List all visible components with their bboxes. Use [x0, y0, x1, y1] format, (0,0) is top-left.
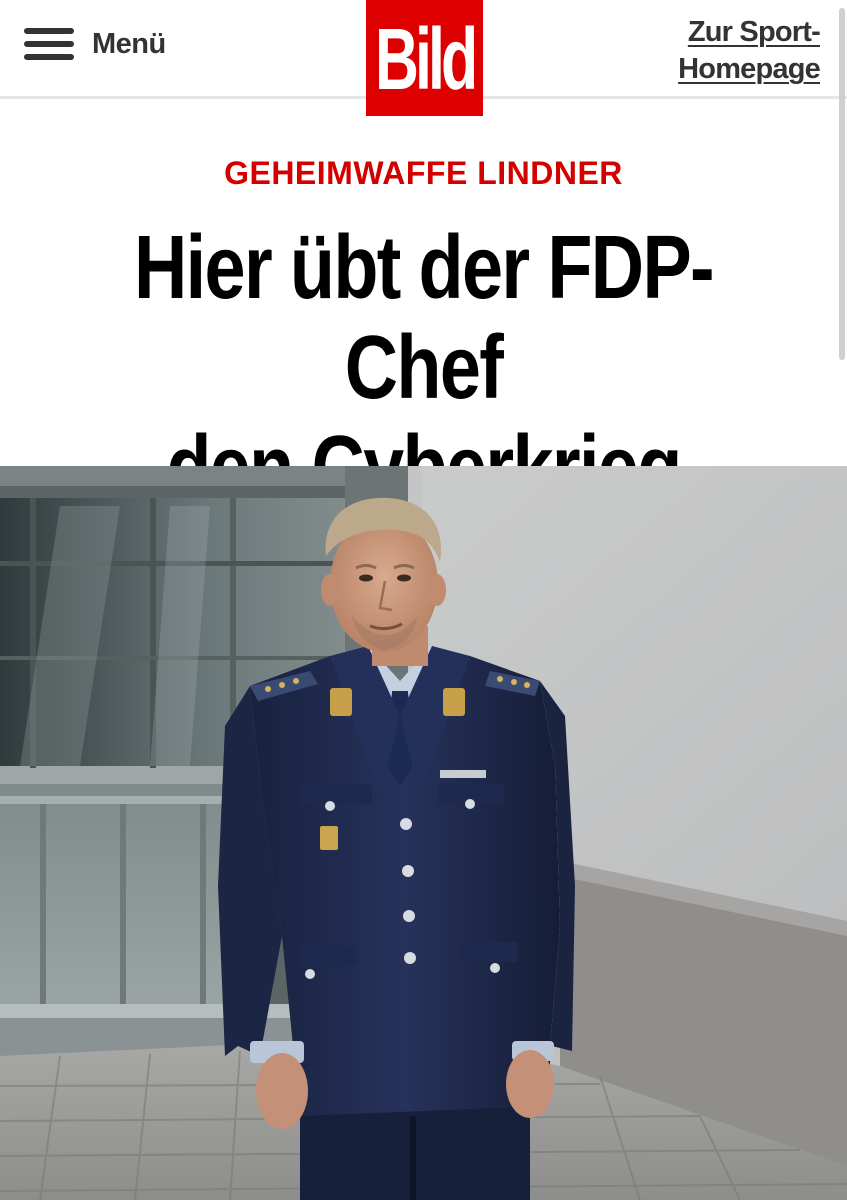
sport-link-line-1: Zur Sport-: [687, 16, 821, 48]
article-kicker: GEHEIMWAFFE LINDNER: [224, 155, 623, 191]
hamburger-icon: [24, 26, 74, 62]
menu-label: Menü: [92, 27, 166, 60]
article-photo[interactable]: [0, 466, 847, 1200]
logo-text: Bild: [374, 9, 478, 109]
headline-line-1: Hier übt der FDP-Chef: [134, 218, 715, 418]
sport-link-line-2: Homepage: [678, 53, 821, 85]
photo-illustration: [0, 466, 847, 1200]
menu-button[interactable]: Menü: [24, 22, 166, 66]
bild-logo[interactable]: Bild: [366, 0, 483, 116]
sport-homepage-link[interactable]: Zur Sport- Homepage: [678, 14, 821, 88]
